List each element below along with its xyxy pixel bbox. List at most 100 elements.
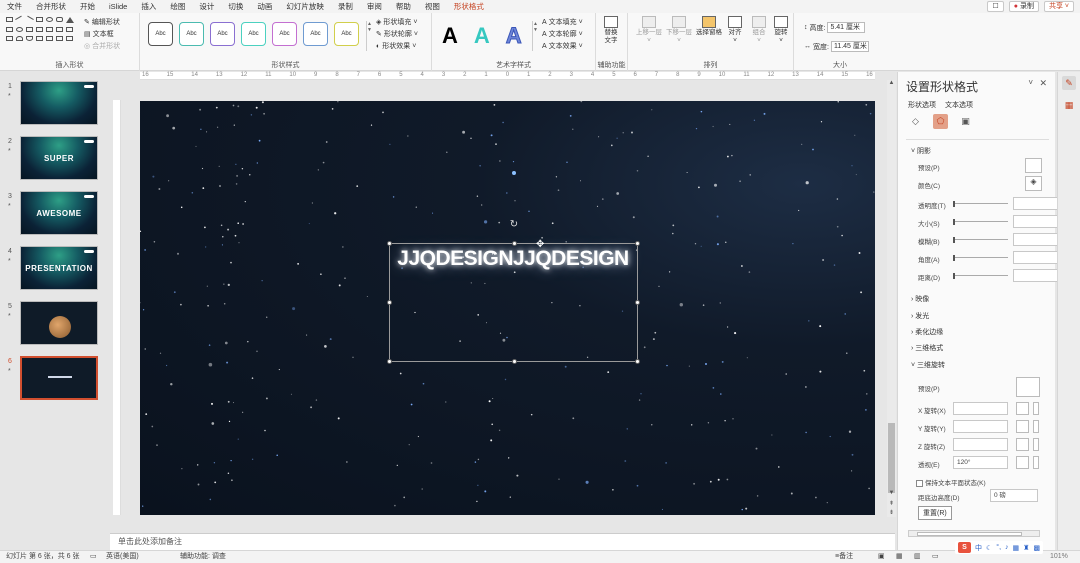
rotate-right-icon[interactable] — [1033, 402, 1039, 415]
rotate-left-icon[interactable] — [1016, 402, 1029, 415]
shape-style-sample[interactable]: Abc — [241, 22, 266, 46]
shape-rounded-rect-icon[interactable] — [56, 17, 63, 22]
shape-triangle-icon[interactable] — [26, 27, 33, 32]
tab-item[interactable]: 视图 — [418, 0, 447, 13]
size-slider[interactable] — [953, 219, 1008, 225]
vertical-scrollbar[interactable]: ▲ ▼ ⇞ ⇟ — [887, 80, 896, 517]
pane-horizontal-scrollbar[interactable] — [908, 530, 1040, 537]
close-icon[interactable]: ✕ — [1039, 78, 1047, 89]
shape-rect-icon[interactable] — [36, 17, 43, 22]
rotate-cw-icon[interactable] — [1033, 438, 1039, 451]
tab-item[interactable]: 开始 — [73, 0, 102, 13]
align-button[interactable]: 对齐 ˅ — [728, 16, 742, 45]
slide-thumbnail[interactable]: SUPER — [20, 136, 98, 180]
tab-item[interactable]: 幻灯片放映 — [279, 0, 331, 13]
shape-style-sample[interactable]: Abc — [210, 22, 235, 46]
effects-pentagon-icon[interactable]: ⬠ — [933, 114, 948, 129]
reflection-section-header[interactable]: › 映像 — [911, 294, 929, 304]
soft-edges-section-header[interactable]: › 柔化边缘 — [911, 327, 943, 337]
accessibility-status[interactable]: 辅助功能: 调查 — [180, 551, 226, 563]
size-input[interactable] — [1013, 215, 1061, 228]
distance-input[interactable] — [1013, 269, 1061, 282]
designer-icon[interactable]: ▦ — [1062, 98, 1076, 112]
height-input[interactable]: 5.41 厘米 — [827, 22, 866, 33]
tab-item[interactable]: 文件 — [0, 0, 29, 13]
shape-triangle-icon[interactable] — [6, 36, 13, 41]
pane-scrollbar-thumb[interactable] — [917, 532, 1022, 536]
shape-gallery[interactable] — [6, 15, 78, 41]
shape-style-sample[interactable]: Abc — [334, 22, 359, 46]
slideshow-icon[interactable]: ▭ — [932, 551, 939, 563]
scroll-up-icon[interactable]: ▲ — [887, 80, 896, 89]
tab-item[interactable]: 形状格式 — [446, 0, 491, 14]
tab-item[interactable]: iSlide — [102, 0, 134, 13]
wordart-sample[interactable]: A — [505, 23, 522, 49]
send-backward-button[interactable]: 下移一层 ˅ — [666, 16, 692, 45]
resize-handle[interactable] — [635, 241, 640, 246]
shape-arrow-icon[interactable] — [46, 27, 53, 32]
group-button[interactable]: 组合 ˅ — [752, 16, 766, 45]
text-fill-button[interactable]: A 文本填充 ˅ — [542, 16, 583, 28]
shape-effects-button[interactable]: ◐ 形状效果 ˅ — [376, 40, 418, 52]
punctuation-icon[interactable]: °, — [996, 544, 1001, 551]
shape-more-icon[interactable] — [66, 36, 73, 41]
tab-text-options[interactable]: 文本选项 — [945, 100, 973, 110]
notes-icon[interactable]: ≡ 备注 — [835, 551, 853, 563]
next-slide-icon[interactable]: ⇟ — [887, 509, 896, 518]
resize-handle[interactable] — [512, 241, 517, 246]
shadow-preset-button[interactable] — [1025, 158, 1042, 173]
slide[interactable]: JJQDESIGNJJQDESIGN ↻ ✥ — [140, 101, 875, 515]
tab-item[interactable]: 帮助 — [389, 0, 418, 13]
wordart-sample[interactable]: A — [442, 23, 458, 49]
shape-oval-icon[interactable] — [46, 17, 53, 22]
bring-forward-button[interactable]: 上移一层 ˅ — [636, 16, 662, 45]
grid-icon[interactable]: ▩ — [1033, 544, 1040, 552]
slide-thumbnail[interactable]: AWESOME — [20, 191, 98, 235]
resize-handle[interactable] — [635, 300, 640, 305]
shape-brace-icon[interactable] — [36, 36, 43, 41]
shape-curve-icon[interactable] — [16, 36, 23, 41]
normal-view-icon[interactable]: ▣ — [878, 551, 885, 563]
shape-outline-button[interactable]: ✎ 形状轮廓 ˅ — [376, 28, 418, 40]
width-input[interactable]: 11.45 厘米 — [830, 41, 869, 52]
tab-item[interactable]: 合并形状 — [29, 0, 73, 13]
resize-handle[interactable] — [387, 359, 392, 364]
shape-line-icon[interactable] — [15, 15, 24, 24]
shadow-section-header[interactable]: ˅ 阴影 — [911, 146, 931, 156]
shape-line-icon[interactable] — [25, 15, 34, 24]
shape-style-sample[interactable]: Abc — [179, 22, 204, 46]
slide-thumbnail[interactable] — [20, 301, 98, 345]
resize-handle[interactable] — [512, 359, 517, 364]
edit-shape-button[interactable]: ✎ 编辑形状 — [84, 16, 120, 28]
wordart-sample[interactable]: A — [474, 23, 490, 49]
y-rotation-input[interactable] — [953, 420, 1008, 433]
size-properties-icon[interactable]: ▣ — [958, 114, 973, 129]
paint-bucket-icon[interactable]: ◈ — [1025, 176, 1042, 191]
text-effects-button[interactable]: A 文本效果 ˅ — [542, 40, 583, 52]
shape-rect-icon[interactable] — [6, 27, 13, 32]
text-box-button[interactable]: ▤ 文本框 — [84, 28, 120, 40]
blur-slider[interactable] — [953, 237, 1008, 243]
text-outline-button[interactable]: A 文本轮廓 ˅ — [542, 28, 583, 40]
distance-slider[interactable] — [953, 273, 1008, 279]
x-rotation-input[interactable] — [953, 402, 1008, 415]
chevron-down-icon[interactable]: ˅ — [1028, 78, 1033, 87]
ime-toolbar[interactable]: S 中 ☾ °, ♪ ▦ ♜ ▩ — [955, 541, 1044, 554]
shape-triangle-icon[interactable] — [66, 17, 74, 23]
share-button[interactable]: 共享 ˅ — [1043, 1, 1074, 12]
shape-fill-button[interactable]: ◈ 形状填充 ˅ — [376, 16, 418, 28]
shape-brace-icon[interactable] — [46, 36, 53, 41]
record-button[interactable]: ● 录制 — [1008, 1, 1039, 12]
keep-flat-checkbox[interactable] — [916, 479, 923, 487]
perspective-input[interactable]: 120° — [953, 456, 1008, 469]
moon-icon[interactable]: ☾ — [986, 544, 992, 552]
notes-pane[interactable]: 单击此处添加备注 — [110, 533, 895, 550]
angle-input[interactable] — [1013, 251, 1061, 264]
shape-arrow-icon[interactable] — [36, 27, 43, 32]
ime-language[interactable]: 中 — [975, 543, 982, 553]
wordart-scroll-icon[interactable]: ▲ ▼ — [532, 21, 538, 51]
3d-rotation-section-header[interactable]: ˅ 三维旋转 — [911, 360, 945, 370]
slide-thumbnail[interactable]: PRESENTATION — [20, 246, 98, 290]
shape-star-icon[interactable] — [56, 27, 63, 32]
merge-shapes-button[interactable]: ◎ 合并形状 — [84, 40, 120, 52]
